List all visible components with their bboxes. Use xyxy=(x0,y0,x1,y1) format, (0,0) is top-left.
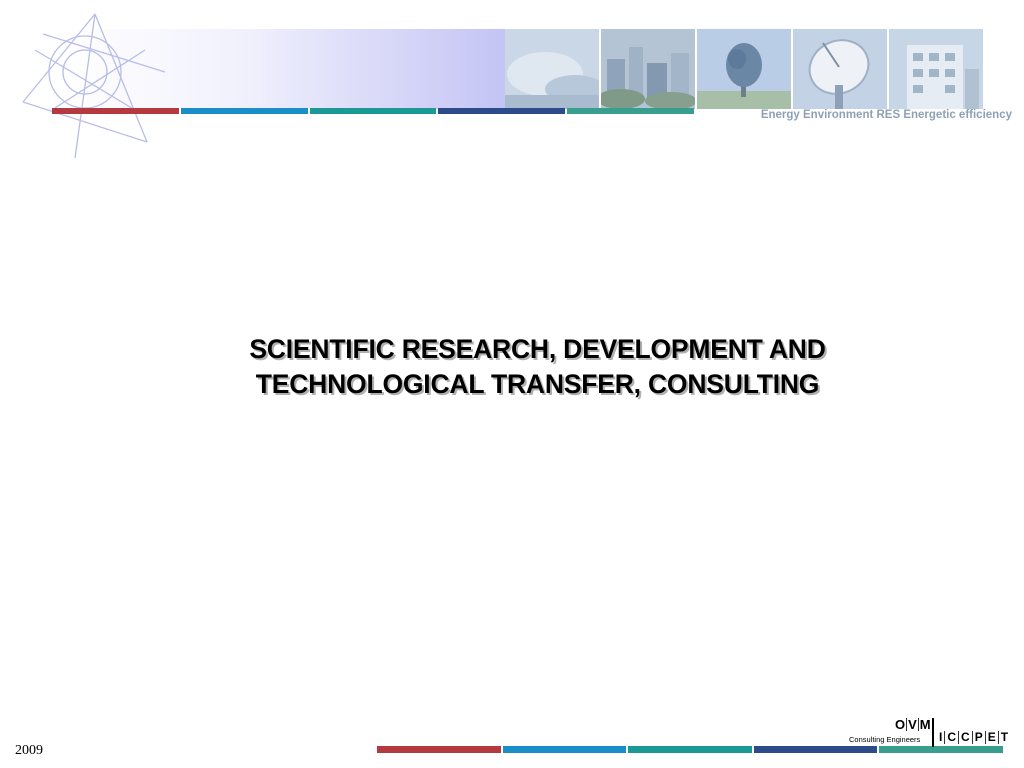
slide-title-line-2: TECHNOLOGICAL TRANSFER, CONSULTING xyxy=(255,369,820,399)
slide-title-line-1: SCIENTIFIC RESEARCH, DEVELOPMENT AND xyxy=(249,334,826,364)
color-bar-segment xyxy=(309,108,437,114)
color-bar-segment xyxy=(180,108,308,114)
logo-letter: M xyxy=(917,717,931,732)
tree-photo-icon xyxy=(697,29,791,109)
logo-letter: I xyxy=(939,730,943,744)
logo-ovm: O V M xyxy=(894,718,932,731)
header-photo-strip xyxy=(505,29,983,109)
color-bar-segment xyxy=(628,746,752,753)
color-bar-segment xyxy=(438,108,566,114)
footer-year: 2009 xyxy=(15,743,43,758)
city-buildings-photo-icon xyxy=(601,29,695,109)
color-bar-segment xyxy=(52,108,179,114)
company-logo: O V M Consulting Engineers I C C P E T xyxy=(846,718,1008,748)
color-bar-segment xyxy=(377,746,501,753)
header-tagline: Energy Environment RES Energetic efficie… xyxy=(760,109,1012,121)
logo-letter: C xyxy=(944,731,958,744)
geometric-logo-icon xyxy=(22,13,166,159)
building-photo-icon xyxy=(889,29,983,109)
logo-letter: E xyxy=(984,731,998,744)
logo-letter: C xyxy=(958,731,972,744)
logo-divider xyxy=(932,718,934,747)
satellite-dish-photo-icon xyxy=(793,29,887,109)
slide-title: SCIENTIFIC RESEARCH, DEVELOPMENT AND TEC… xyxy=(120,332,955,402)
logo-letter: O xyxy=(895,717,906,732)
color-bar-segment xyxy=(502,746,627,753)
top-color-bar xyxy=(52,108,694,114)
logo-subtitle: Consulting Engineers xyxy=(849,735,921,744)
logo-letter: V xyxy=(906,717,917,732)
color-bar-segment xyxy=(567,108,694,114)
fog-landscape-photo-icon xyxy=(505,29,599,109)
logo-iccpet: I C C P E T xyxy=(937,731,1010,744)
logo-letter: T xyxy=(997,731,1010,744)
logo-letter: P xyxy=(971,731,985,744)
